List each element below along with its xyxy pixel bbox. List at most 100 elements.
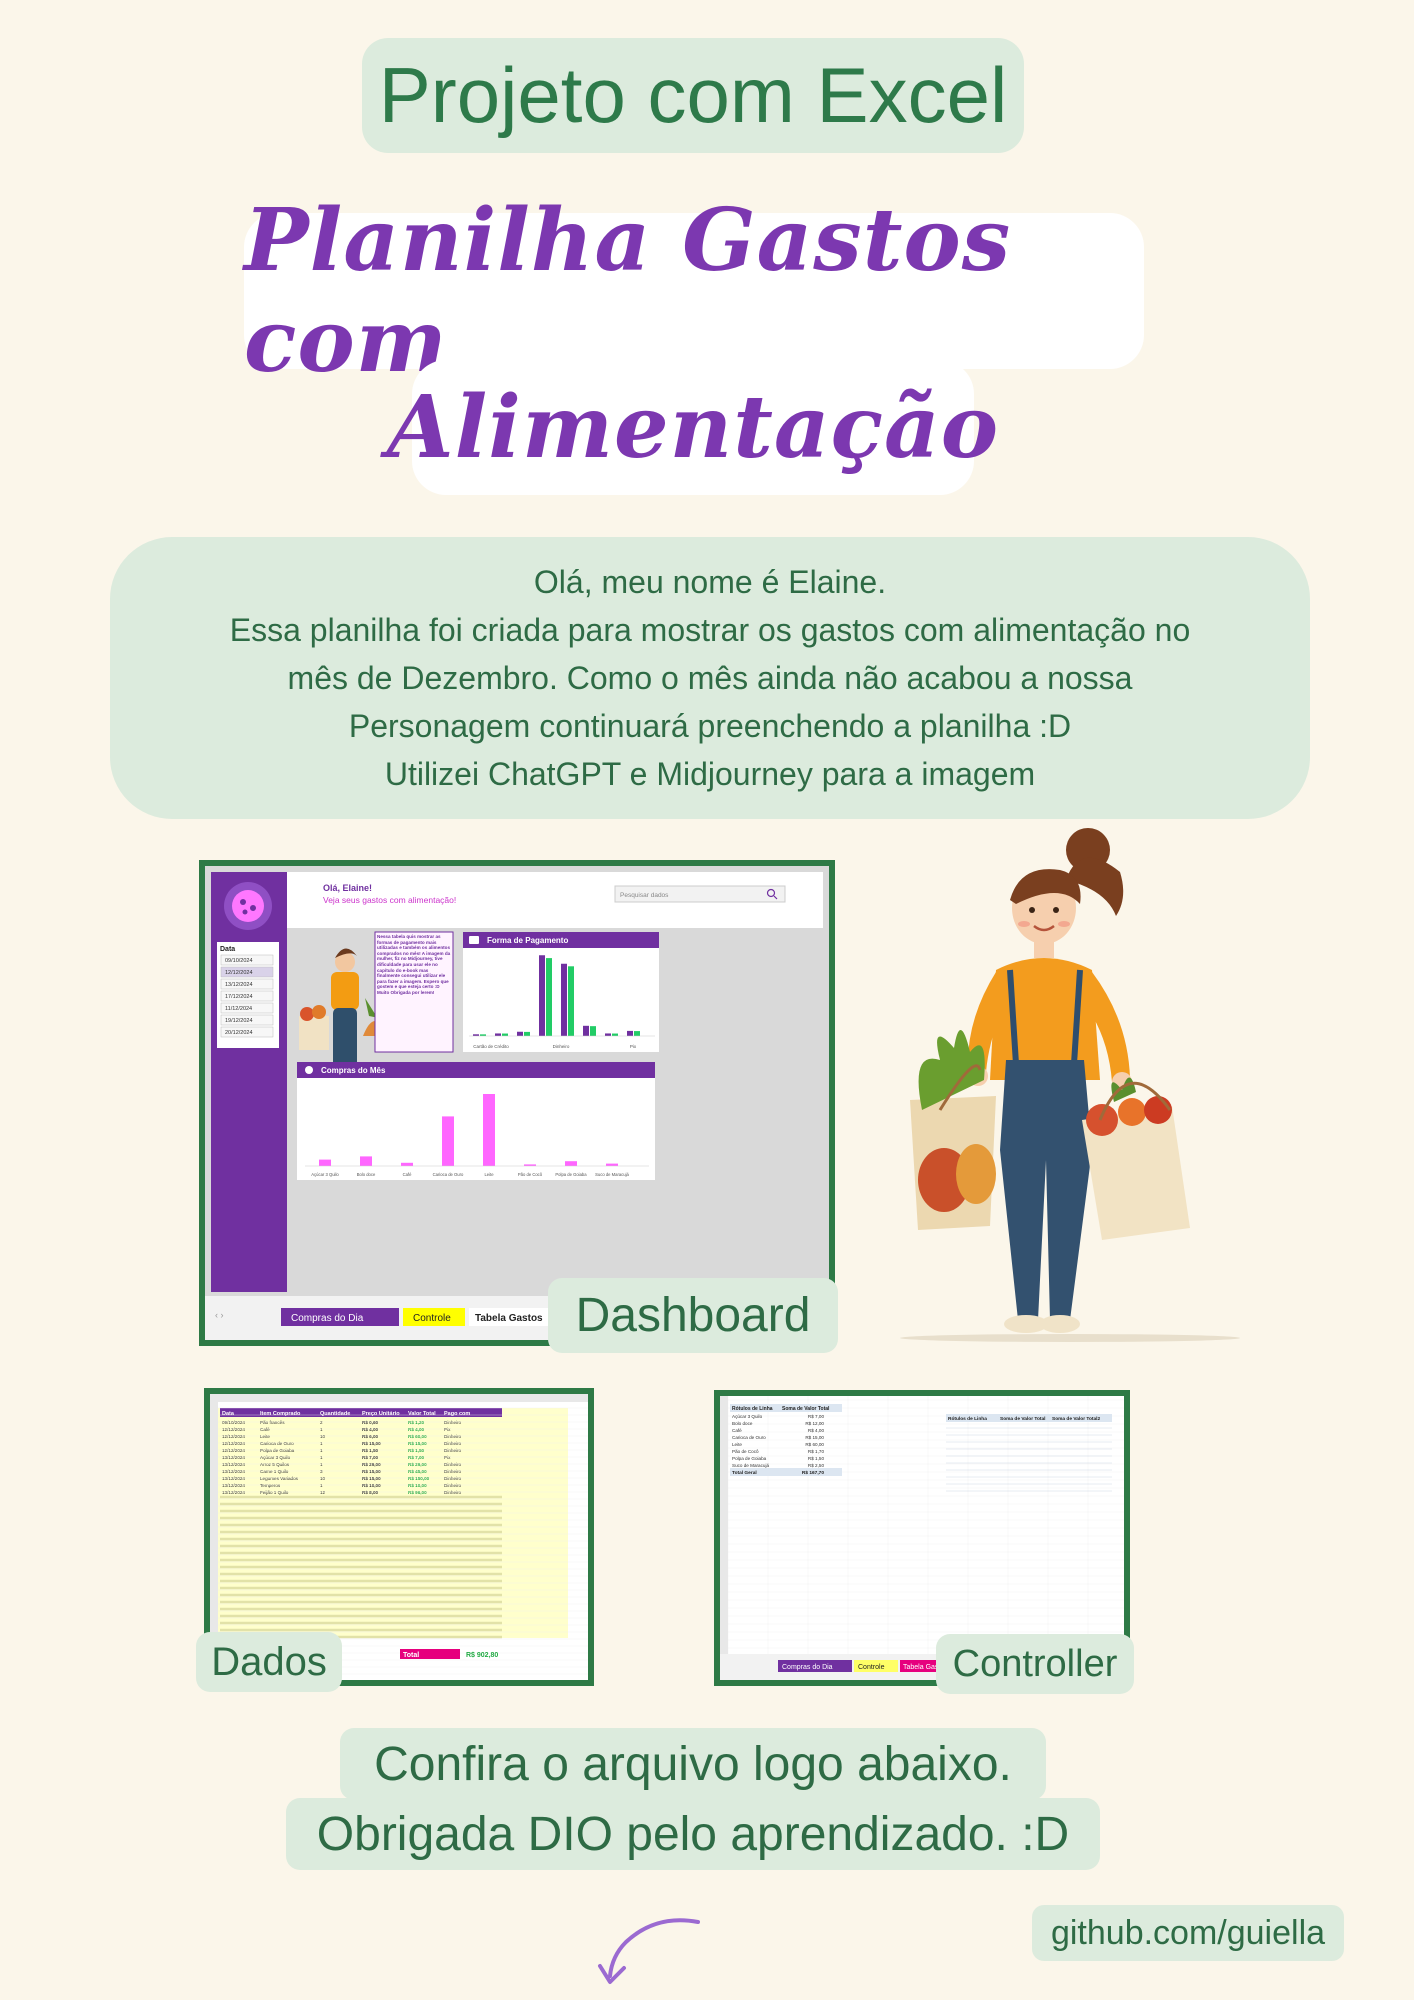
- dados-cell: R$ 1,50: [408, 1448, 425, 1453]
- dados-cell: R$ 6,00: [362, 1434, 379, 1439]
- dashboard-greeting: Olá, Elaine!: [323, 883, 372, 893]
- pivot2-header: Soma de Valor Total2: [1052, 1416, 1100, 1422]
- dados-cell: Polpa de Goiaba: [260, 1448, 295, 1453]
- github-link[interactable]: github.com/guiella: [1032, 1905, 1344, 1961]
- slicer-date: 09/10/2024: [225, 958, 253, 964]
- search-placeholder: Pesquisar dados: [620, 892, 669, 899]
- chart2-bar: [401, 1162, 413, 1166]
- dados-cell: Carioca de Ouro: [260, 1441, 294, 1446]
- dados-header-label: Valor Total: [408, 1411, 436, 1417]
- chart1-bar: [539, 955, 545, 1036]
- tab-label: Compras do Dia: [782, 1664, 833, 1671]
- chart1-bar: [561, 963, 567, 1036]
- dados-cell: Dinheiro: [444, 1448, 462, 1453]
- curved-arrow-icon: [598, 1918, 700, 1984]
- chart1-bar: [612, 1033, 618, 1036]
- dados-cell: Pix: [444, 1455, 451, 1460]
- intro-line: Utilizei ChatGPT e Midjourney para a ima…: [384, 756, 1036, 792]
- woman-illustration-large: [900, 828, 1240, 1342]
- dados-cell: 10: [320, 1476, 326, 1481]
- dados-cell: 12/12/2024: [222, 1434, 245, 1439]
- dashboard-canvas: Data 09/10/2024 12/12/2024 13/12/2024 17/12…: [205, 866, 829, 1340]
- chart1-bar: [605, 1033, 611, 1036]
- intro-line: Olá, meu nome é Elaine.: [533, 564, 887, 600]
- dados-cell: Dinheiro: [444, 1441, 462, 1446]
- footer-line2: Obrigada DIO pelo aprendizado. :D: [286, 1798, 1100, 1870]
- dados-cell: 12: [320, 1490, 326, 1495]
- chart1-bar: [568, 966, 574, 1036]
- pivot1-row-value: R$ 12,00: [805, 1421, 824, 1426]
- footer-line1: Confira o arquivo logo abaixo.: [340, 1728, 1046, 1800]
- controller-label: Controller: [936, 1634, 1134, 1694]
- chart1-bar: [583, 1025, 589, 1036]
- pivot1-row-value: R$ 60,00: [805, 1442, 824, 1447]
- chart2-category-label: Bolo doce: [357, 1172, 376, 1177]
- dados-cell: 13/12/2024: [222, 1490, 245, 1495]
- main-title-line1-box: Planilha Gastos com: [244, 190, 1144, 392]
- dados-cell: Legumes Variados: [260, 1476, 299, 1481]
- pivot1-row-label: Carioca de Ouro: [732, 1435, 766, 1440]
- intro-line: Essa planilha foi criada para mostrar os…: [229, 612, 1191, 648]
- chart1-bar: [546, 958, 552, 1036]
- dados-cell: R$ 15,00: [408, 1441, 427, 1446]
- dados-cell: Café: [260, 1427, 270, 1432]
- chart2-bar: [483, 1094, 495, 1166]
- chart1-bar: [590, 1026, 596, 1036]
- pivot1-row-value: R$ 7,00: [808, 1414, 825, 1419]
- tab-label: Controle: [413, 1313, 451, 1324]
- pivot1-row-value: R$ 15,00: [805, 1435, 824, 1440]
- dados-cell: 12/12/2024: [222, 1427, 245, 1432]
- dados-cell: R$ 60,00: [408, 1434, 427, 1439]
- dados-cell: 13/12/2024: [222, 1455, 245, 1460]
- dados-cell: 2: [320, 1420, 323, 1425]
- tab-label: Controle: [858, 1664, 885, 1671]
- chart1-bar: [502, 1033, 508, 1036]
- dados-cell: R$ 15,00: [362, 1476, 381, 1481]
- dashboard-label: Dashboard: [548, 1278, 838, 1353]
- intro-box: Olá, meu nome é Elaine. Essa planilha fo…: [110, 537, 1310, 819]
- pivot1-row-value: R$ 1,70: [808, 1449, 825, 1454]
- dados-cell: R$ 10,00: [362, 1483, 381, 1488]
- main-title-line2-box: Alimentação: [387, 360, 998, 495]
- pivot1-row-label: Bolo doce: [732, 1421, 753, 1426]
- chart2-category-label: Leite: [484, 1172, 494, 1177]
- pivot1-row-label: Pão de Cocô: [732, 1449, 759, 1454]
- dados-cell: Açúcar 3 Quilo: [260, 1455, 291, 1460]
- dados-cell: R$ 150,00: [408, 1476, 430, 1481]
- chart2-category-label: Suco de Maracujá: [595, 1172, 629, 1177]
- chart1-group-label: Dinheiro: [553, 1044, 570, 1049]
- slicer-date: 13/12/2024: [225, 982, 253, 988]
- dados-cell: Dinheiro: [444, 1490, 462, 1495]
- dados-cell: 3: [320, 1469, 323, 1474]
- dados-cell: 10: [320, 1434, 326, 1439]
- intro-line: mês de Dezembro. Como o mês ainda não ac…: [287, 660, 1133, 696]
- dados-cell: Dinheiro: [444, 1483, 462, 1488]
- pivot2-header: Soma de Valor Total: [1000, 1416, 1046, 1422]
- dados-cell: R$ 45,00: [408, 1469, 427, 1474]
- dados-cell: Arroz 5 Quilos: [260, 1462, 290, 1467]
- svg-text:‹ ›: ‹ ›: [215, 1310, 224, 1320]
- dados-cell: Dinheiro: [444, 1420, 462, 1425]
- tab-label: Compras do Dia: [291, 1313, 364, 1324]
- slicer-date: 19/12/2024: [225, 1018, 253, 1024]
- chart1-bar: [634, 1031, 640, 1036]
- pivot1-row-value: R$ 1,50: [808, 1456, 825, 1461]
- chart2-category-label: Pão de Cocô: [518, 1172, 543, 1177]
- dados-cell: R$ 15,00: [362, 1469, 381, 1474]
- chart1-group-label: Cartão de Crédito: [473, 1044, 509, 1049]
- dados-cell: R$ 1,20: [408, 1420, 425, 1425]
- pivot1-row-label: Polpa de Goiaba: [732, 1456, 767, 1461]
- dados-label: Dados: [196, 1632, 342, 1692]
- dados-cell: Temperos: [260, 1483, 281, 1488]
- chart2-category-label: Açúcar 3 Quilo: [311, 1172, 339, 1177]
- dados-cell: 1: [320, 1455, 323, 1460]
- pivot1-row-label: Suco de Maracujá: [732, 1463, 769, 1468]
- dados-cell: 1: [320, 1441, 323, 1446]
- dados-cell: 13/12/2024: [222, 1476, 245, 1481]
- pivot1-total-value: R$ 167,70: [802, 1470, 824, 1476]
- dados-cell: R$ 1,50: [362, 1448, 379, 1453]
- dados-header-label: Item Comprado: [260, 1411, 301, 1417]
- dados-header-label: Data: [222, 1411, 235, 1417]
- chart2-category-label: Café: [403, 1172, 413, 1177]
- dados-cell: 12/12/2024: [222, 1441, 245, 1446]
